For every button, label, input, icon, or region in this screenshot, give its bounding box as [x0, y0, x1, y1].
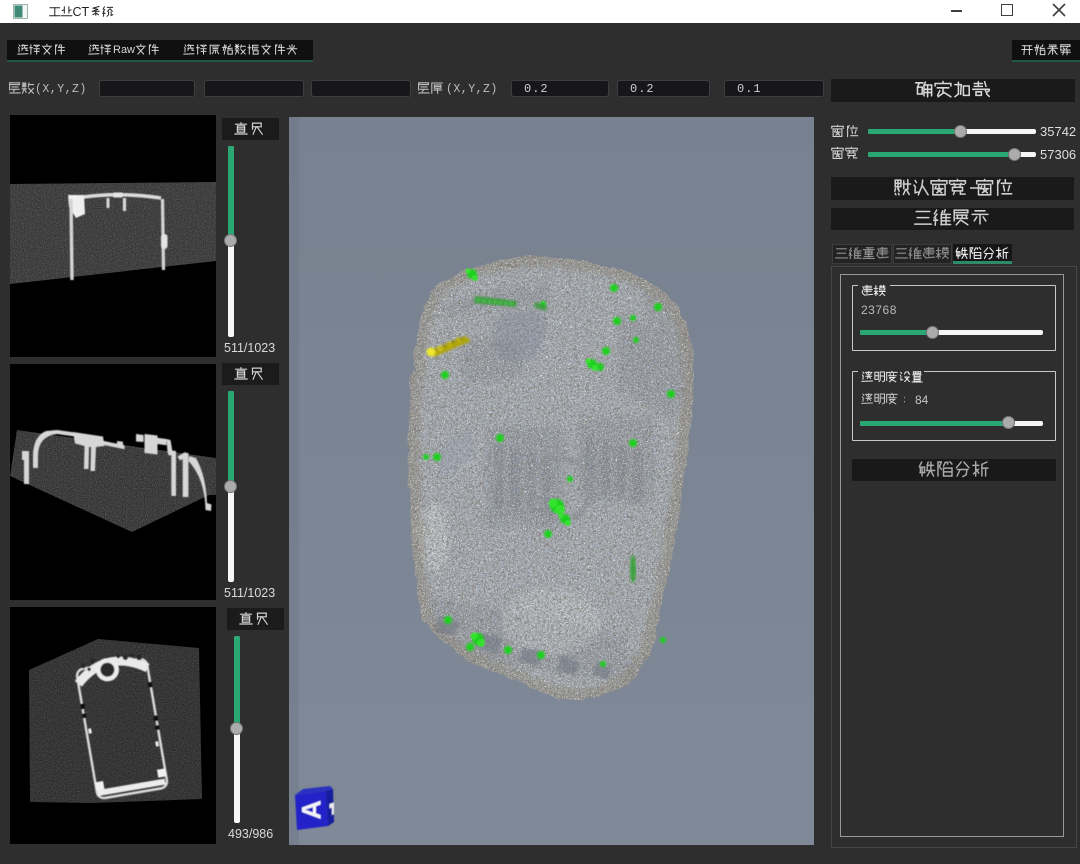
svg-text:A: A — [297, 800, 327, 820]
